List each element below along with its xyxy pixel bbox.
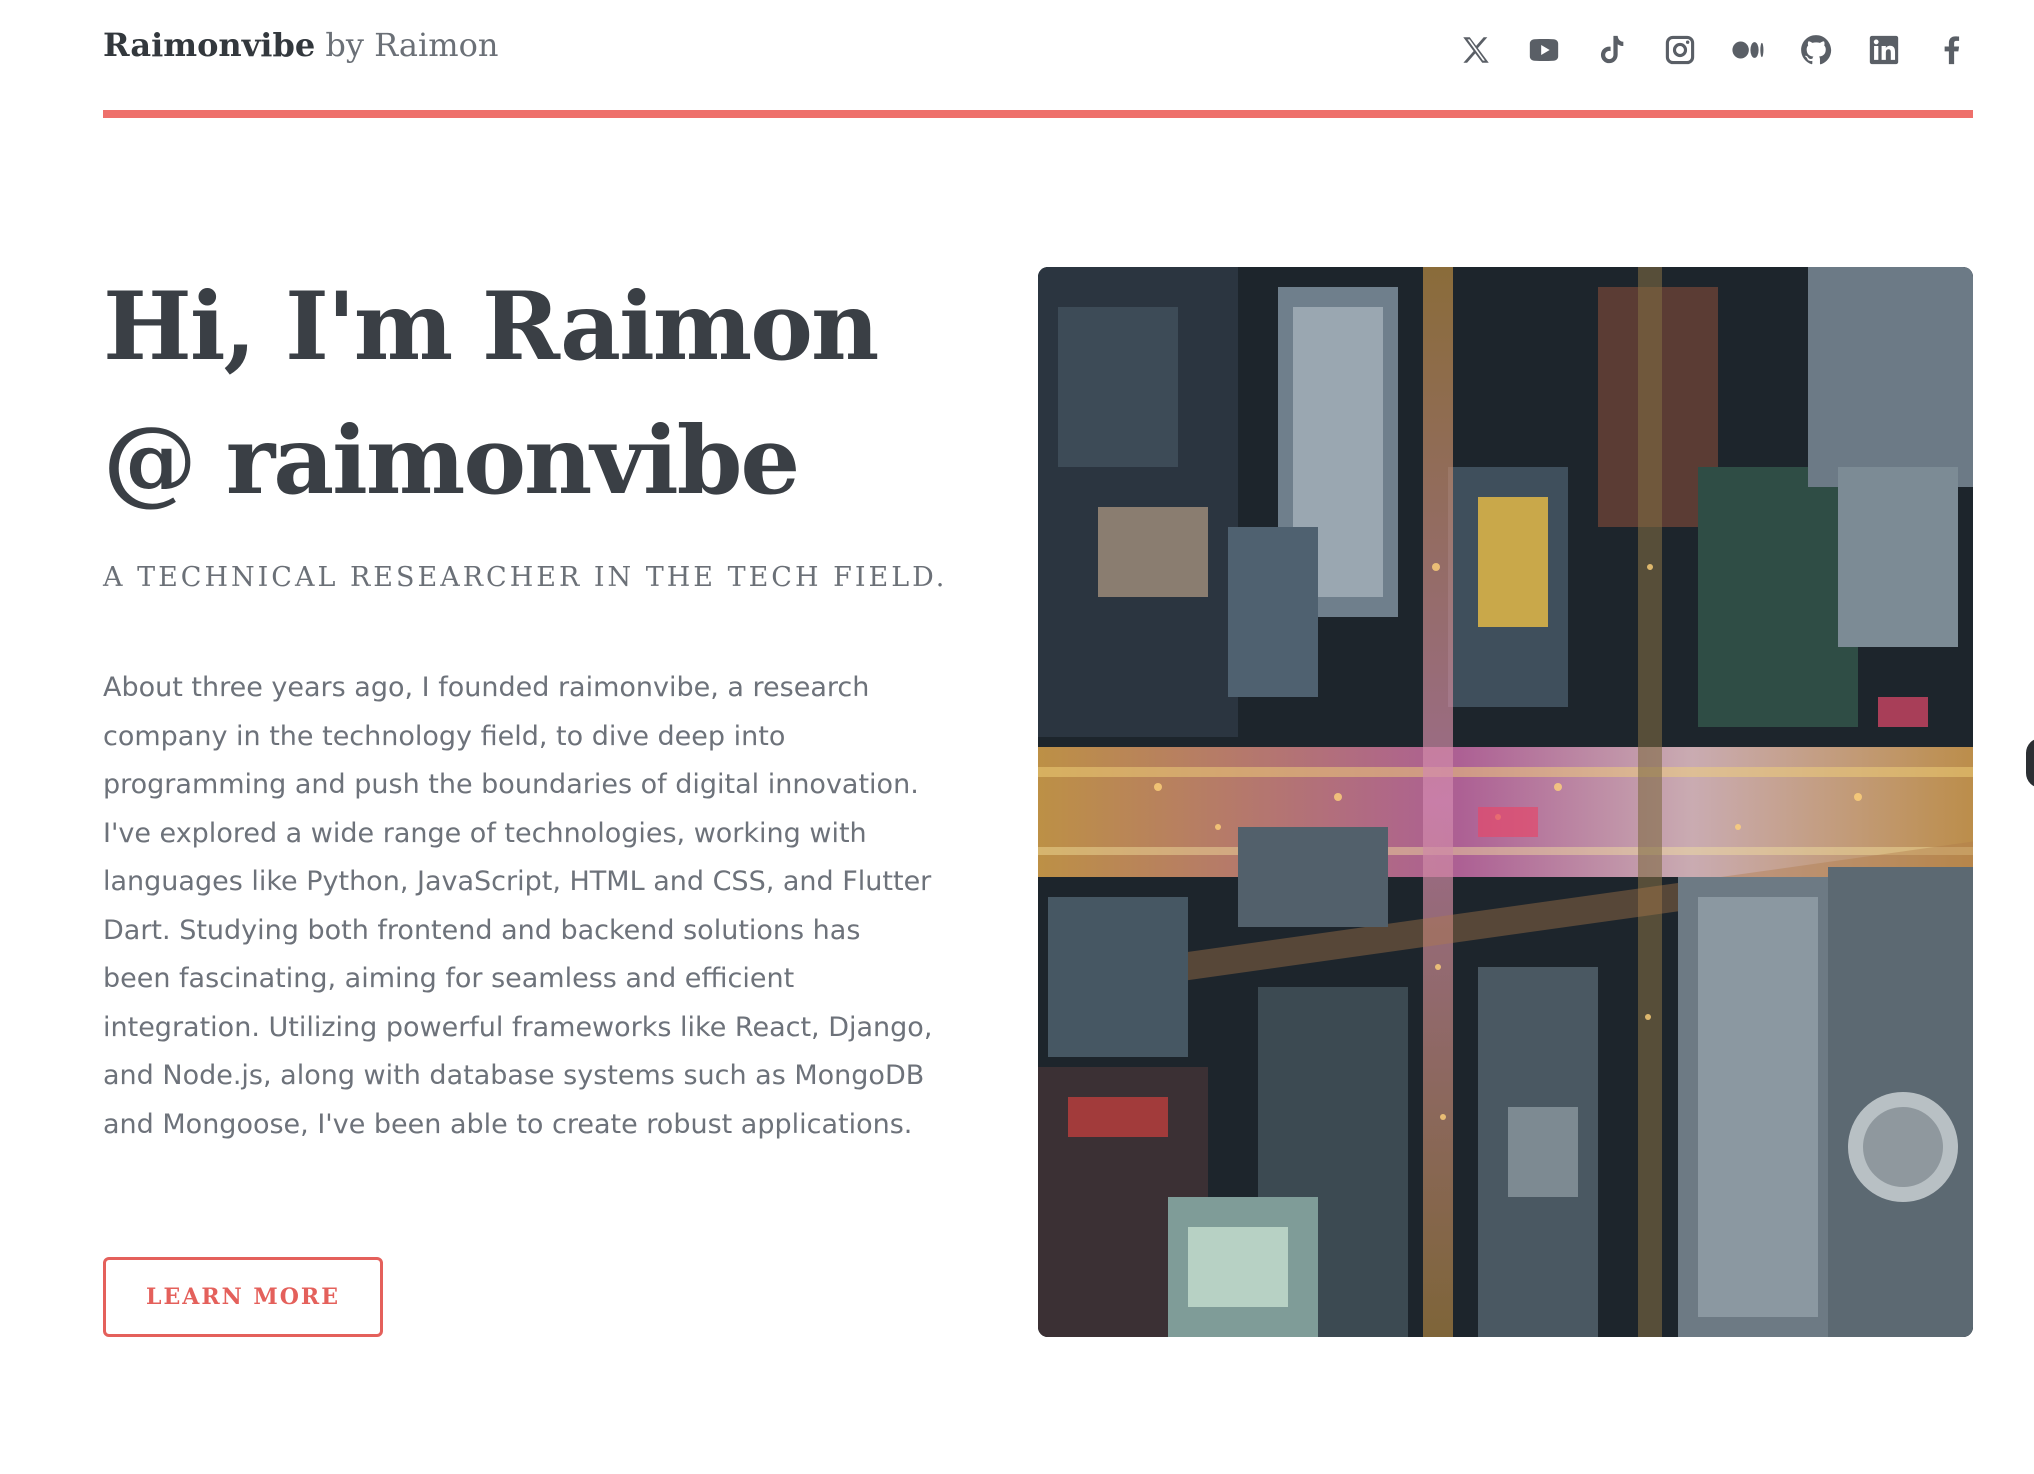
hero-title-line2: @ raimonvibe	[103, 406, 800, 516]
hero-city-image	[1038, 267, 1973, 1337]
youtube-icon[interactable]	[1523, 29, 1565, 71]
site-header: Raimonvibe by Raimon	[103, 0, 1973, 100]
medium-icon[interactable]	[1727, 29, 1769, 71]
about-paragraph: About three years ago, I founded raimonv…	[103, 672, 933, 1140]
linkedin-icon[interactable]	[1863, 29, 1905, 71]
learn-more-button[interactable]: LEARN MORE	[103, 1257, 383, 1337]
aerial-city-illustration	[1038, 267, 1973, 1337]
brand-logo[interactable]: Raimonvibe by Raimon	[103, 26, 498, 64]
x-icon[interactable]	[1455, 29, 1497, 71]
brand-suffix: by Raimon	[315, 26, 499, 64]
hero-tagline: A TECHNICAL RESEARCHER IN THE TECH FIELD…	[103, 562, 948, 593]
hero-title: Hi, I'm Raimon @ raimonvibe	[103, 260, 963, 528]
facebook-icon[interactable]	[1931, 29, 1973, 71]
brand-name: Raimonvibe	[103, 26, 316, 64]
github-icon[interactable]	[1795, 29, 1837, 71]
scroll-edge-handle[interactable]	[2026, 738, 2034, 788]
page: Raimonvibe by Raimon Hi, I'm Raimon @ ra…	[0, 0, 2034, 1474]
hero-title-line1: Hi, I'm Raimon	[103, 272, 879, 382]
social-links	[1455, 30, 1973, 70]
tiktok-icon[interactable]	[1591, 29, 1633, 71]
header-accent-divider	[103, 110, 1973, 118]
instagram-icon[interactable]	[1659, 29, 1701, 71]
